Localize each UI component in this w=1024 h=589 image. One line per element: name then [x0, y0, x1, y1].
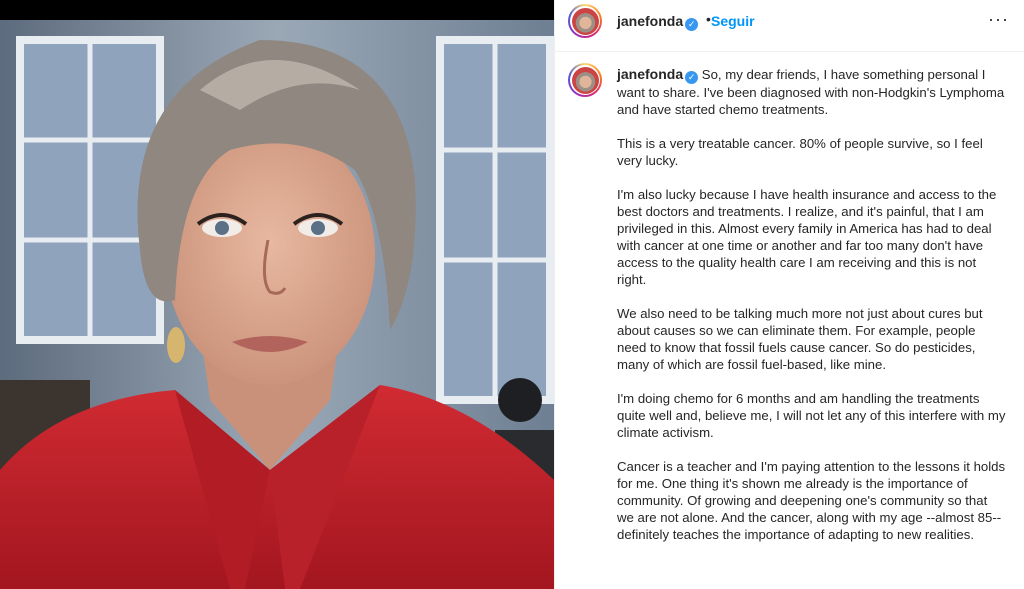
header-username[interactable]: janefonda — [617, 13, 683, 29]
post-photo[interactable] — [0, 0, 554, 589]
post-header: janefonda ✓ • Seguir ··· — [555, 0, 1024, 52]
avatar[interactable] — [568, 4, 602, 38]
post-sidebar: janefonda ✓ • Seguir ··· janefonda ✓ So, m… — [554, 0, 1024, 589]
caption-paragraph: I'm also lucky because I have health ins… — [617, 187, 997, 287]
follow-button[interactable]: Seguir — [711, 13, 755, 29]
caption-paragraph: I'm doing chemo for 6 months and am hand… — [617, 391, 1006, 440]
instagram-post: janefonda ✓ • Seguir ··· janefonda ✓ So, m… — [0, 0, 1024, 589]
caption-paragraph: We also need to be talking much more not… — [617, 306, 983, 372]
more-options-icon[interactable]: ··· — [988, 9, 1009, 30]
avatar-ring — [570, 6, 600, 36]
portrait-image — [0, 20, 554, 589]
caption-avatar[interactable] — [568, 63, 602, 97]
verified-badge-icon: ✓ — [685, 18, 699, 31]
post-caption: janefonda ✓ So, my dear friends, I have s… — [555, 52, 1024, 589]
caption-text: janefonda ✓ So, my dear friends, I have s… — [617, 66, 1007, 560]
caption-paragraph: This is a very treatable cancer. 80% of … — [617, 136, 983, 168]
caption-avatar-image — [571, 66, 599, 94]
avatar-image — [571, 7, 599, 35]
caption-username[interactable]: janefonda — [617, 66, 683, 82]
caption-paragraph: janefonda ✓ So, my dear friends, I have s… — [617, 66, 1007, 118]
caption-avatar-ring — [570, 65, 600, 95]
caption-paragraph: Cancer is a teacher and I'm paying atten… — [617, 459, 1006, 542]
header-username-block: janefonda ✓ — [617, 13, 699, 31]
verified-badge-icon: ✓ — [685, 71, 699, 84]
